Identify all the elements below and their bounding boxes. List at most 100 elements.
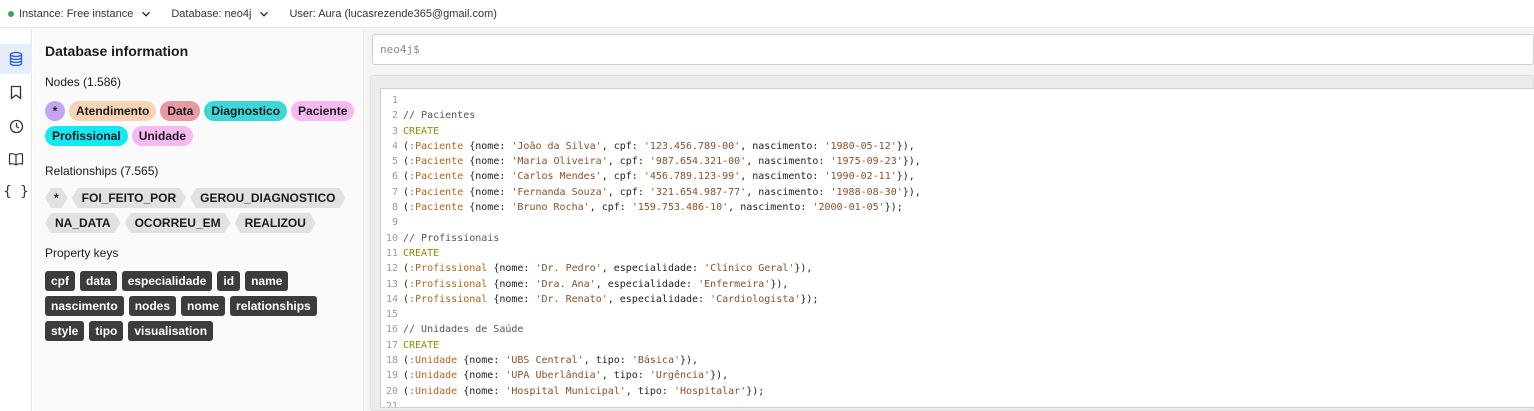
code-line: 2 // Pacientes (381, 108, 1534, 123)
property-key-chip[interactable]: id (217, 271, 241, 291)
code-text: CREATE (403, 247, 440, 259)
line-number: 1 (391, 95, 398, 106)
rail-cypher-button[interactable]: { } (0, 177, 32, 207)
property-key-chip[interactable]: data (80, 271, 117, 291)
relationship-type-chip[interactable]: FOI_FEITO_POR (72, 188, 186, 208)
code-line: 21 (381, 399, 1534, 408)
code-line: 4 (:Paciente {nome: 'João da Silva', cpf:… (381, 139, 1534, 154)
node-label-chip[interactable]: Atendimento (69, 101, 157, 121)
relationship-type-chip[interactable]: NA_DATA (45, 213, 121, 233)
code-text: CREATE (403, 125, 440, 137)
relationship-type-chip[interactable]: * (45, 188, 68, 208)
property-key-chip[interactable]: visualisation (128, 321, 214, 341)
code-line: 13 (:Profissional {nome: 'Dra. Ana', espe… (381, 277, 1534, 292)
code-text: (:Unidade {nome: 'UBS Central', tipo: 'B… (403, 355, 699, 367)
code-text: (:Unidade {nome: 'UPA Uberlândia', tipo:… (403, 370, 729, 382)
user-info: User: Aura (lucasrezende365@gmail.com) (289, 8, 496, 20)
code-line: 8 (:Paciente {nome: 'Bruno Rocha', cpf: '… (381, 200, 1534, 215)
property-key-chip[interactable]: style (45, 321, 85, 341)
code-line: 17 CREATE (381, 338, 1534, 353)
code-text: (:Paciente {nome: 'Fernanda Souza', cpf:… (403, 186, 921, 198)
panel-title: Database information (45, 43, 189, 59)
database-label: Database: neo4j (171, 7, 252, 20)
line-number: 21 (385, 400, 398, 408)
rail-guides-button[interactable] (0, 144, 32, 174)
rail-favorites-button[interactable] (0, 77, 32, 107)
node-labels-list: * Atendimento Data Diagnostico Paciente Profi… (45, 101, 360, 151)
code-text: // Profissionais (403, 232, 500, 244)
code-text: (:Paciente {nome: 'João da Silva', cpf: … (403, 140, 915, 152)
line-number: 5 (391, 156, 398, 168)
line-number: 14 (385, 293, 398, 305)
code-line: 15 (381, 307, 1534, 322)
code-text: (:Profissional {nome: 'Dr. Renato', espe… (403, 293, 819, 305)
code-line: 1 (381, 93, 1534, 108)
property-keys-list: cpf data especialidade id name nascimento node… (45, 271, 360, 346)
code-line: 11 CREATE (381, 246, 1534, 261)
code-text: (:Paciente {nome: 'Maria Oliveira', cpf:… (403, 156, 921, 168)
property-key-chip[interactable]: nome (181, 296, 226, 316)
property-key-chip[interactable]: relationships (230, 296, 317, 316)
node-label-chip[interactable]: Data (160, 101, 201, 121)
node-label-chip[interactable]: Profissional (45, 126, 128, 146)
database-selector[interactable]: Database: neo4j (171, 8, 269, 20)
node-label-chip[interactable]: Diagnostico (204, 101, 288, 121)
clock-icon (9, 119, 23, 133)
top-bar: Instance: Free instance Database: neo4j … (0, 0, 1534, 28)
code-line: 10 // Profissionais (381, 231, 1534, 246)
main-area: neo4j$ 1 2// Pacientes 3 CREATE 4 (:Paciente … (365, 29, 1534, 411)
rail-database-button[interactable] (0, 44, 32, 74)
database-info-panel: Database information Nodes (1.586) * Aten… (33, 29, 364, 411)
code-editor[interactable]: 1 2// Pacientes 3 CREATE 4 (:Paciente {nome: … (380, 88, 1534, 408)
node-label-chip[interactable]: * (45, 101, 65, 121)
nodes-heading: Nodes (1.586) (45, 75, 122, 89)
icon-rail: { } (0, 29, 32, 411)
code-text: CREATE (403, 339, 440, 351)
property-keys-heading: Property keys (45, 246, 119, 260)
code-line: 9 (381, 215, 1534, 230)
line-number: 2 (391, 110, 398, 122)
code-line: 7 (:Paciente {nome: 'Fernanda Souza', cpf… (381, 185, 1534, 200)
cypher-prompt-input[interactable]: neo4j$ (372, 34, 1534, 65)
book-icon (8, 153, 24, 166)
braces-icon: { } (3, 184, 29, 200)
code-line: 20 (:Unidade {nome: 'Hospital Municipal',… (381, 384, 1534, 399)
property-key-chip[interactable]: cpf (45, 271, 75, 291)
code-line: 18 (:Unidade {nome: 'UBS Central', tipo: … (381, 353, 1534, 368)
line-number: 15 (385, 309, 398, 321)
line-number: 4 (391, 140, 398, 152)
code-line: 3 CREATE (381, 124, 1534, 139)
code-text: (:Paciente {nome: 'Carlos Mendes', cpf: … (403, 171, 915, 183)
line-number: 11 (385, 247, 398, 259)
relationship-type-chip[interactable]: GEROU_DIAGNOSTICO (190, 188, 345, 208)
database-icon (9, 51, 23, 67)
line-number: 13 (385, 278, 398, 290)
line-number: 6 (391, 171, 398, 183)
status-dot-icon (8, 10, 14, 17)
chevron-down-icon (142, 11, 151, 17)
instance-selector[interactable]: Instance: Free instance (8, 8, 151, 20)
code-line: 19 (:Unidade {nome: 'UPA Uberlândia', tip… (381, 368, 1534, 383)
code-text: // Unidades de Saúde (403, 324, 524, 336)
user-label: User: Aura (lucasrezende365@gmail.com) (289, 7, 497, 20)
property-key-chip[interactable]: name (245, 271, 289, 291)
relationship-type-chip[interactable]: REALIZOU (235, 213, 316, 233)
code-line: 5 (:Paciente {nome: 'Maria Oliveira', cpf… (381, 154, 1534, 169)
property-key-chip[interactable]: nodes (128, 296, 177, 316)
code-line: 14 (:Profissional {nome: 'Dr. Renato', es… (381, 292, 1534, 307)
node-label-chip[interactable]: Unidade (131, 126, 194, 146)
property-key-chip[interactable]: nascimento (45, 296, 124, 316)
property-key-chip[interactable]: especialidade (121, 271, 213, 291)
rail-history-button[interactable] (0, 111, 32, 141)
property-key-chip[interactable]: tipo (89, 321, 124, 341)
line-number: 3 (391, 125, 398, 137)
line-number: 18 (385, 355, 398, 367)
line-number: 17 (385, 339, 398, 351)
node-label-chip[interactable]: Paciente (291, 101, 355, 121)
code-text: (:Unidade {nome: 'Hospital Municipal', t… (403, 385, 765, 397)
line-number: 16 (385, 324, 398, 336)
relationship-type-chip[interactable]: OCORREU_EM (125, 213, 231, 233)
instance-label: Instance: Free instance (19, 7, 134, 20)
code-text: (:Paciente {nome: 'Bruno Rocha', cpf: '1… (403, 202, 903, 214)
code-text: (:Profissional {nome: 'Dra. Ana', especi… (403, 278, 789, 290)
